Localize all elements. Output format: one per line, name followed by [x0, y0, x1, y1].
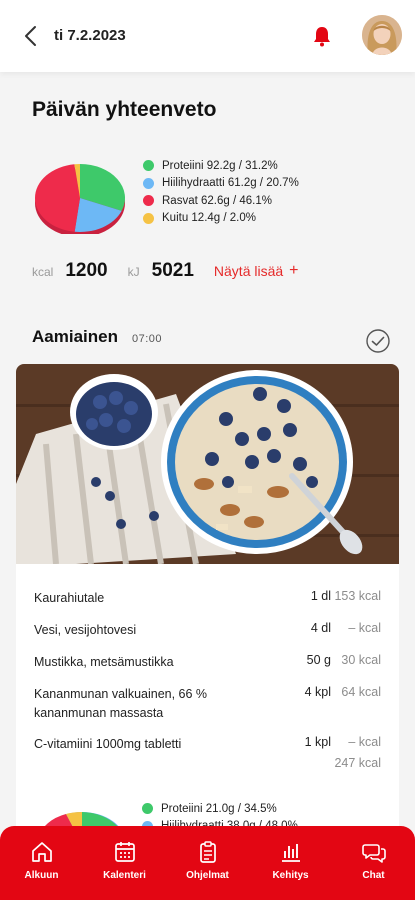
meal-title: Aamiainen [32, 327, 118, 346]
food-list: Kaurahiutale 1 dl 153 kcal Vesi, vesijoh… [16, 589, 399, 767]
legend-item: Kuitu 12.4g / 2.0% [143, 210, 299, 227]
avatar-image [362, 15, 402, 55]
nav-item-home[interactable]: Alkuun [0, 826, 83, 900]
kcal-value: 1200 [65, 260, 108, 281]
food-qty: 1 kpl [304, 735, 331, 749]
food-row[interactable]: Kananmunan valkuainen, 66 % kananmunan m… [16, 685, 399, 735]
food-kcal: – kcal [348, 621, 381, 635]
back-arrow-icon[interactable] [22, 24, 40, 48]
food-kcal: 153 kcal [334, 589, 381, 603]
food-name: Kananmunan valkuainen, 66 % kananmunan m… [34, 687, 208, 720]
nav-label: Kehitys [272, 870, 309, 881]
legend-label: Proteiini 92.2g / 31.2% [162, 159, 278, 172]
legend-item: Proteiini 21.0g / 34.5% [142, 800, 298, 817]
legend-label: Rasvat 62.6g / 46.1% [162, 194, 272, 207]
nav-item-programs[interactable]: Ohjelmat [166, 826, 249, 900]
avatar[interactable] [362, 15, 402, 55]
nav-label: Ohjelmat [186, 870, 229, 881]
show-more-link[interactable]: Näytä lisää + [214, 262, 299, 280]
bottom-nav: Alkuun Kalenteri Ohjelmat Kehitys Chat [0, 826, 415, 900]
nav-label: Chat [362, 870, 385, 881]
meal-card: Kaurahiutale 1 dl 153 kcal Vesi, vesijoh… [16, 364, 399, 900]
legend-item: Rasvat 62.6g / 46.1% [143, 192, 299, 209]
home-icon [31, 842, 52, 862]
food-kcal: 64 kcal [341, 685, 381, 699]
legend-item: Hiilihydraatti 61.2g / 20.7% [143, 175, 299, 192]
chart-icon [281, 844, 300, 862]
meal-photo [16, 364, 399, 564]
check-circle-icon[interactable] [366, 329, 390, 353]
chat-icon [361, 844, 386, 863]
pie-slice [34, 164, 80, 232]
bell-icon[interactable] [312, 25, 332, 47]
food-qty: 4 dl [310, 621, 331, 635]
summary-title: Päivän yhteenveto [32, 98, 217, 121]
carbs-dot [143, 177, 154, 189]
food-name: C-vitamiini 1000mg tabletti [34, 737, 182, 751]
legend-label: Proteiini 21.0g / 34.5% [161, 802, 277, 815]
protein-dot [142, 803, 153, 814]
food-row[interactable]: Mustikka, metsämustikka 50 g 30 kcal [16, 653, 399, 685]
fat-dot [143, 195, 154, 206]
food-name: Kaurahiutale [34, 591, 105, 605]
fiber-dot [143, 212, 154, 224]
meal-total-kcal: 247 kcal [334, 756, 381, 770]
food-row[interactable]: Vesi, vesijohtovesi 4 dl – kcal [16, 621, 399, 653]
nav-item-calendar[interactable]: Kalenteri [83, 826, 166, 900]
date-label[interactable]: ti 7.2.2023 [54, 27, 126, 44]
clipboard-icon [199, 841, 216, 863]
meal-time: 07:00 [131, 333, 163, 345]
show-more-label: Näytä lisää [213, 263, 284, 279]
food-name: Mustikka, metsämustikka [34, 655, 174, 669]
food-qty: 50 g [306, 653, 331, 667]
summary-legend: Proteiini 92.2g / 31.2% Hiilihydraatti 6… [143, 157, 299, 227]
food-qty: 1 dl [310, 589, 331, 603]
kcal-unit: kcal [32, 265, 54, 279]
calendar-icon [114, 842, 135, 862]
food-kcal: 30 kcal [341, 653, 381, 667]
food-kcal: – kcal [348, 735, 381, 749]
nav-item-chat[interactable]: Chat [332, 826, 415, 900]
energy-summary: kcal 1200 kJ 5021 Näytä lisää + [32, 260, 299, 282]
nav-item-progress[interactable]: Kehitys [249, 826, 332, 900]
food-name: Vesi, vesijohtovesi [34, 623, 137, 637]
kj-value: 5021 [151, 260, 194, 281]
kj-unit: kJ [127, 265, 140, 279]
nav-label: Alkuun [24, 870, 59, 881]
legend-label: Hiilihydraatti 61.2g / 20.7% [162, 177, 299, 189]
legend-item: Proteiini 92.2g / 31.2% [143, 157, 299, 174]
protein-dot [143, 160, 154, 171]
top-bar: ti 7.2.2023 [0, 0, 415, 72]
legend-label: Kuitu 12.4g / 2.0% [162, 212, 256, 224]
plus-icon: + [289, 262, 299, 279]
macro-pie-chart [34, 164, 126, 234]
food-row[interactable]: Kaurahiutale 1 dl 153 kcal [16, 589, 399, 621]
nav-label: Kalenteri [103, 870, 146, 881]
meal-header: Aamiainen 07:00 [32, 327, 162, 347]
food-qty: 4 kpl [304, 685, 331, 699]
